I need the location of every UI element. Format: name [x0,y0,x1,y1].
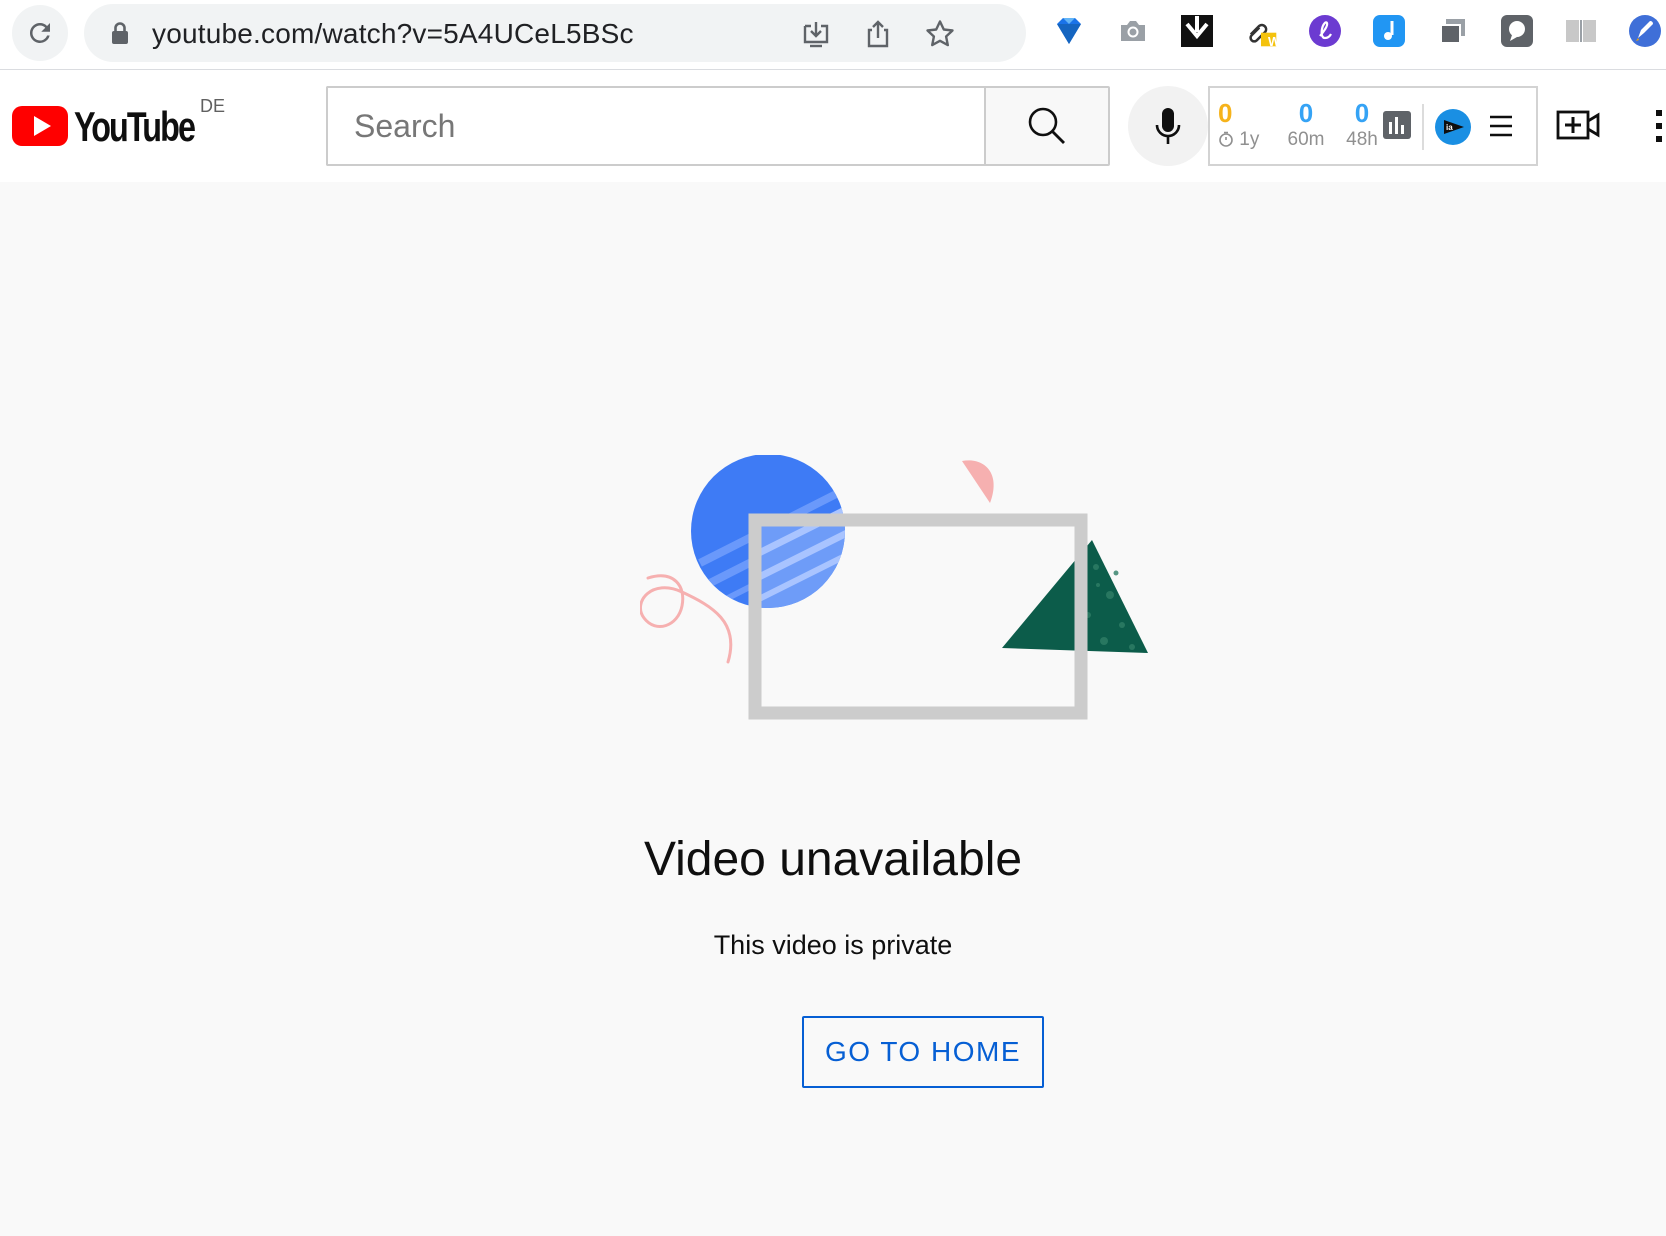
video-unavailable-illustration [638,454,1170,735]
error-title: Video unavailable [643,833,1023,886]
bar-chart-icon[interactable] [1382,110,1412,140]
stat-60m: 0 60m [1276,98,1336,152]
camera-icon[interactable] [1116,14,1150,48]
country-code: DE [200,96,226,116]
search-input[interactable] [352,100,952,152]
play-badge-icon[interactable]: ia [1434,108,1472,146]
voice-search-button[interactable] [1128,86,1208,166]
create-video-icon[interactable] [1556,106,1600,146]
stat-1y-label: 1y [1239,129,1260,150]
bookmark-star-icon[interactable] [924,18,956,50]
url-text[interactable]: youtube.com/watch?v=5A4UCeL5BSc [152,18,634,50]
search-button[interactable] [984,86,1110,166]
pink-drop-shape [962,460,994,503]
link-extension-icon[interactable]: W [1244,14,1281,49]
music-note-icon[interactable] [1372,14,1406,48]
extension-badge: W [1268,34,1281,49]
stat-1y-value: 0 [1218,98,1233,128]
address-bar[interactable]: youtube.com/watch?v=5A4UCeL5BSc [84,4,1026,62]
apps-grid-icon[interactable] [1656,106,1666,146]
youtube-logo-text: YouTube [74,104,195,148]
stat-1y: 0 1y [1218,98,1278,152]
stats-divider [1422,104,1424,150]
lock-icon [112,22,128,44]
search-box[interactable] [326,86,984,166]
browser-toolbar: youtube.com/watch?v=5A4UCeL5BSc W [0,0,1666,70]
reload-button[interactable] [12,5,68,61]
timer-icon [1219,131,1233,147]
svg-text:ia: ia [1446,123,1453,132]
stats-extension-widget[interactable]: 0 1y 0 60m 0 48h ia [1208,86,1538,166]
extension-diamond-icon[interactable] [1052,14,1086,48]
install-app-icon[interactable] [800,18,832,50]
youtube-masthead: YouTube DE 0 1y 0 [0,70,1666,182]
windows-stack-icon[interactable] [1436,14,1470,48]
youtube-logo[interactable]: YouTube [12,103,202,150]
purple-l-extension-icon[interactable] [1308,14,1342,48]
rocket-extension-icon[interactable] [1628,14,1662,48]
go-to-home-button[interactable]: GO TO HOME [802,1016,1044,1088]
stat-60m-label: 60m [1287,129,1325,150]
error-subtitle: This video is private [713,930,953,960]
reader-book-icon[interactable] [1564,14,1598,48]
hamburger-menu-icon[interactable] [1488,114,1514,138]
share-icon[interactable] [862,18,894,50]
microphone-icon [1155,108,1181,144]
chat-bubble-icon[interactable] [1500,14,1534,48]
search-icon [1028,107,1065,144]
stat-60m-value: 0 [1298,98,1314,128]
download-extension-icon[interactable] [1180,14,1214,48]
reload-icon [29,22,50,43]
